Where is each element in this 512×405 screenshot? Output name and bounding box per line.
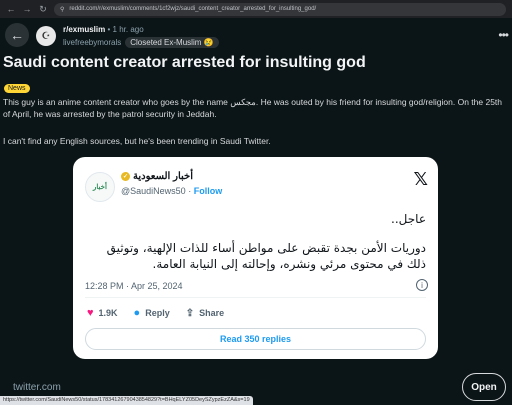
post-body-paragraph: I can't find any English sources, but he… xyxy=(3,136,271,146)
tweet-embed[interactable]: أخبار ✓ أخبار السعودية @SaudiNews50 · Fo… xyxy=(73,157,438,359)
post-meta: r/exmuslim • 1 hr. ago xyxy=(63,25,144,34)
read-replies-button[interactable]: Read 350 replies xyxy=(85,328,426,350)
avatar-logo-text: أخبار xyxy=(93,184,107,191)
open-link-button[interactable]: Open xyxy=(462,373,506,401)
subreddit-avatar[interactable]: ☪ xyxy=(36,26,56,46)
post-flair[interactable]: News xyxy=(4,84,30,93)
reload-icon[interactable]: ↻ xyxy=(38,4,48,15)
author-link[interactable]: livefreebymorals xyxy=(63,38,121,47)
site-info-icon[interactable]: ⚲ xyxy=(60,6,64,13)
post-time: 1 hr. ago xyxy=(112,25,144,34)
open-label: Open xyxy=(471,381,497,393)
tweet-timestamp[interactable]: 12:28 PM · Apr 25, 2024 xyxy=(85,281,183,291)
post-body-paragraph: This guy is an anime content creator who… xyxy=(3,97,503,119)
subreddit-icon: ☪ xyxy=(41,30,51,42)
info-icon[interactable]: i xyxy=(416,279,428,291)
tweet-text-body: دوريات الأمن بجدة تقبض على مواطن أساء لل… xyxy=(106,241,426,271)
tweet-divider xyxy=(85,297,426,298)
handle-separator: · xyxy=(188,186,192,196)
subreddit-link[interactable]: r/exmuslim xyxy=(63,25,105,34)
heart-icon: ♥ xyxy=(87,307,94,319)
tweet-display-name: أخبار السعودية xyxy=(133,171,193,182)
arrow-left-icon: ← xyxy=(10,27,24,43)
status-bar-url: https://twitter.com/SaudiNews50/status/1… xyxy=(0,396,253,405)
address-bar-url: reddit.com/r/exmuslim/comments/1cf2wjz/s… xyxy=(69,6,317,12)
tweet-handle[interactable]: @SaudiNews50 xyxy=(121,186,186,196)
verified-badge-icon: ✓ xyxy=(121,172,130,181)
address-bar[interactable]: ⚲ reddit.com/r/exmuslim/comments/1cf2wjz… xyxy=(54,2,506,16)
browser-forward-icon[interactable]: → xyxy=(22,4,32,14)
like-count: 1.9K xyxy=(98,308,118,318)
browser-toolbar: ← → ↻ ⚲ reddit.com/r/exmuslim/comments/1… xyxy=(0,0,512,18)
post-title: Saudi content creator arrested for insul… xyxy=(3,54,366,71)
x-logo-icon[interactable]: 𝕏 xyxy=(413,169,428,190)
tweet-handle-line: @SaudiNews50 · Follow xyxy=(121,186,222,196)
read-replies-label: Read 350 replies xyxy=(219,334,292,344)
author-line: livefreebymorals Closeted Ex-Muslim 😢 xyxy=(63,37,219,48)
follow-button[interactable]: Follow xyxy=(194,186,223,196)
more-options-button[interactable]: ••• xyxy=(498,28,509,42)
tweet-text-line: عاجل.. xyxy=(391,212,426,226)
meta-separator: • xyxy=(107,25,111,34)
author-flair: Closeted Ex-Muslim 😢 xyxy=(125,37,219,48)
share-button[interactable]: ⇪ Share xyxy=(186,308,224,319)
link-domain[interactable]: twitter.com xyxy=(13,382,61,393)
reply-button[interactable]: ● Reply xyxy=(134,307,170,319)
like-button[interactable]: ♥ 1.9K xyxy=(87,307,118,319)
speech-bubble-icon: ● xyxy=(133,307,141,319)
share-icon: ⇪ xyxy=(185,307,195,319)
tweet-actions: ♥ 1.9K ● Reply ⇪ Share xyxy=(87,307,224,319)
share-label: Share xyxy=(199,308,225,318)
browser-back-icon[interactable]: ← xyxy=(6,4,16,14)
ellipsis-icon: ••• xyxy=(498,28,509,42)
tweet-avatar[interactable]: أخبار xyxy=(85,172,115,202)
back-button[interactable]: ← xyxy=(5,23,29,47)
tweet-author-name[interactable]: ✓ أخبار السعودية xyxy=(121,171,193,182)
reply-label: Reply xyxy=(145,308,170,318)
